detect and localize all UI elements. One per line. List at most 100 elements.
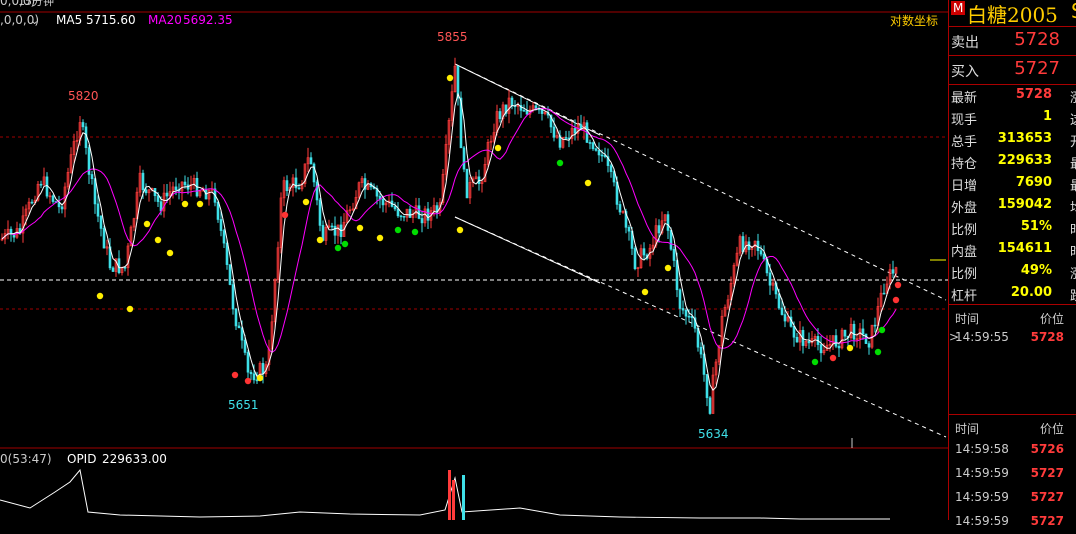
signal-dot — [231, 371, 239, 379]
signal-dot — [811, 358, 819, 366]
candle-body — [780, 307, 784, 315]
candle-body — [174, 186, 178, 191]
quote-value: 313653 — [997, 131, 1052, 146]
candle-body — [762, 253, 766, 260]
candle-body — [426, 208, 430, 221]
panel-divider — [949, 26, 1076, 27]
candle-body — [402, 215, 406, 218]
signal-dot — [166, 249, 174, 257]
trade-price: 5727 — [1030, 514, 1064, 528]
candle-body — [792, 326, 796, 338]
candle-body — [333, 225, 337, 236]
candle-body — [237, 325, 241, 329]
candle-body — [633, 248, 637, 270]
trend-line-upper[interactable] — [454, 63, 947, 301]
log-axis-button[interactable]: 对数坐标 — [890, 13, 938, 28]
quote-label: 日增 — [951, 179, 978, 194]
signal-dot — [829, 354, 837, 362]
signal-dot — [846, 344, 854, 352]
candle-body — [807, 340, 811, 344]
trade-time: 14:59:55 — [955, 330, 1009, 344]
quote-row: 比例 51% 时 — [949, 216, 1076, 239]
candle-body — [843, 329, 847, 337]
signal-dot — [256, 374, 264, 382]
candle-body — [852, 323, 856, 340]
candle-body — [102, 228, 106, 249]
candle-body — [60, 206, 64, 210]
trade-time: 14:59:59 — [955, 490, 1009, 504]
candle-body — [156, 195, 160, 202]
quote-label: 杠杆 — [951, 289, 978, 304]
candle-body — [396, 208, 400, 217]
candle-body — [564, 137, 568, 139]
candle-body — [420, 218, 424, 224]
trade-row: >14:59:55 5728 — [949, 326, 1076, 350]
candle-body — [618, 204, 622, 213]
quote-value: 154611 — [997, 241, 1052, 256]
candle-body — [552, 126, 556, 138]
candle-body — [417, 205, 421, 219]
panel-divider — [949, 55, 1076, 56]
candle-body — [594, 148, 598, 151]
candle-body — [525, 110, 529, 115]
candle-body — [183, 181, 187, 186]
candle-body — [225, 242, 229, 265]
signal-dot — [302, 198, 310, 206]
ma20-label: MA20 — [148, 13, 182, 27]
candle-body — [381, 198, 385, 206]
candle-body — [708, 397, 712, 414]
opid-label: OPID — [67, 452, 96, 466]
candle-body — [666, 214, 670, 231]
panel-divider — [949, 304, 1076, 305]
candle-body — [144, 189, 148, 194]
quote-cut-label: 时 — [1070, 241, 1076, 260]
bid-value: 5727 — [1014, 58, 1060, 79]
quote-row: 杠杆 20.00 跌 — [949, 282, 1076, 305]
quote-panel: M 白糖2005 S 卖出 5728 买入 5727 最新5728涨现手1这总手… — [948, 0, 1076, 528]
quote-cut-label: 涨 — [1070, 263, 1076, 282]
candle-body — [627, 227, 631, 232]
quote-value: 159042 — [997, 197, 1052, 212]
candle-body — [783, 314, 787, 322]
candle-body — [768, 272, 772, 286]
candle-body — [57, 202, 61, 208]
instrument-header: M 白糖2005 S — [949, 0, 1076, 27]
candle-body — [867, 343, 871, 348]
candle-body — [30, 201, 34, 204]
candle-body — [864, 333, 868, 344]
candle-body — [39, 183, 43, 186]
quote-value: 5728 — [1015, 87, 1052, 102]
signal-dot — [411, 228, 419, 236]
quote-value: 229633 — [997, 153, 1052, 168]
candle-body — [684, 309, 688, 317]
candle-body — [681, 308, 685, 311]
quote-row: 内盘 154611 时 — [949, 238, 1076, 261]
signal-dot — [894, 281, 902, 289]
period-label[interactable]: 15分钟 — [18, 0, 54, 8]
candle-body — [165, 192, 169, 197]
candle-body — [111, 267, 115, 272]
candle-body — [141, 172, 145, 191]
quote-value: 51% — [1020, 219, 1052, 234]
quote-label: 总手 — [951, 135, 978, 150]
candle-body — [498, 111, 502, 119]
quote-value: 1 — [1042, 109, 1052, 124]
candle-body — [399, 215, 403, 218]
bid-label: 买入 — [951, 64, 979, 80]
subchart-bar — [452, 480, 455, 520]
candle-body — [330, 225, 334, 228]
candle-body — [669, 230, 673, 250]
candle-body — [249, 371, 253, 375]
quote-row: 日增 7690 最 — [949, 172, 1076, 195]
quote-label: 内盘 — [951, 245, 978, 260]
signal-dot — [181, 200, 189, 208]
kline-chart-area[interactable]: 0,0,0) 15分钟 ⌄ ,0,0,0) MA5 5715.60 MA20 5… — [0, 0, 948, 520]
signal-dot — [126, 305, 134, 313]
candle-body — [228, 264, 232, 285]
candle-body — [285, 180, 289, 192]
quote-cut-label: 这 — [1070, 109, 1076, 128]
signal-dot — [341, 240, 349, 248]
candle-body — [642, 248, 646, 256]
candle-body — [243, 339, 247, 353]
candle-body — [672, 248, 676, 261]
